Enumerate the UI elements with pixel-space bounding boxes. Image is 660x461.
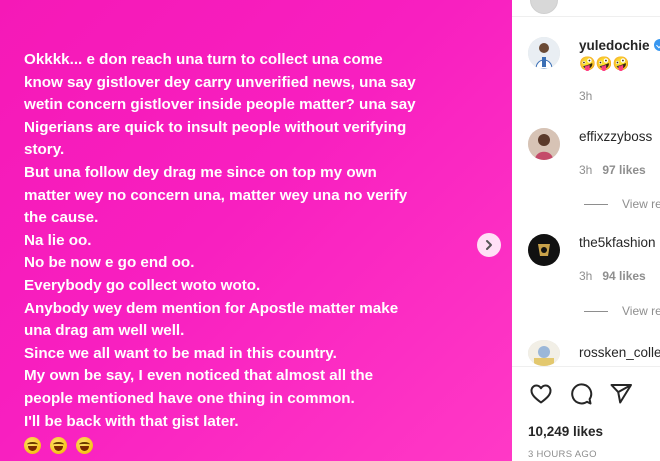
view-replies-label[interactable]: View re bbox=[622, 304, 660, 318]
post-line: matter wey no concern una, matter wey un… bbox=[24, 186, 408, 204]
post-caption-image-text: Okkkk... e don reach una turn to collect… bbox=[24, 49, 494, 457]
comment-username[interactable]: effixzzyboss bbox=[579, 129, 652, 144]
post-line: Nigerians are quick to insult people wit… bbox=[24, 118, 407, 136]
comment-time: 3h bbox=[579, 269, 593, 283]
zany-face-emoji-icon bbox=[50, 436, 68, 454]
comment-text: 🤪🤪🤪 bbox=[579, 56, 630, 71]
view-replies-label[interactable]: View re bbox=[622, 197, 660, 211]
post-line: Okkkk... e don reach una turn to collect… bbox=[24, 51, 383, 68]
post-emoji-row bbox=[24, 434, 494, 457]
comment-username[interactable]: yuledochie bbox=[579, 38, 660, 53]
avatar[interactable] bbox=[528, 37, 560, 69]
comment-time: 3h bbox=[579, 89, 593, 103]
post-line: know say gistlover dey carry unverified … bbox=[24, 73, 416, 91]
post-line: people mentioned have one thing in commo… bbox=[24, 389, 355, 407]
view-replies-link[interactable]: View re bbox=[584, 304, 660, 318]
comment-meta: 3h 97 likes bbox=[579, 163, 646, 177]
post-line: the cause. bbox=[24, 209, 99, 227]
chevron-right-icon bbox=[486, 240, 492, 250]
post-line: My own be say, I even noticed that almos… bbox=[24, 367, 374, 385]
avatar[interactable] bbox=[528, 234, 560, 266]
avatar[interactable] bbox=[528, 128, 560, 160]
zany-face-emoji-icon bbox=[24, 436, 41, 454]
post-time-ago[interactable]: 3 HOURS AGO bbox=[528, 449, 597, 460]
profile-photo-icon bbox=[528, 234, 560, 266]
comment-username[interactable]: rossken_colle bbox=[579, 345, 660, 360]
divider bbox=[512, 366, 660, 367]
post-line: But una follow dey drag me since on top … bbox=[24, 163, 377, 181]
profile-photo-icon bbox=[528, 340, 560, 366]
post-image: Okkkk... e don reach una turn to collect… bbox=[0, 0, 512, 461]
post-line: story. bbox=[24, 141, 65, 159]
post-line: I'll be back with that gist later. bbox=[24, 412, 239, 430]
post-line: Since we all want to be mad in this coun… bbox=[24, 344, 337, 362]
next-slide-button[interactable] bbox=[477, 233, 501, 257]
post-line: Everybody go collect woto woto. bbox=[24, 276, 261, 294]
comment-username[interactable]: the5kfashion bbox=[579, 235, 656, 250]
post-line: No be now e go end oo. bbox=[24, 254, 195, 272]
comment-likes[interactable]: 94 likes bbox=[602, 269, 645, 283]
comment-icon[interactable] bbox=[569, 382, 593, 406]
post-line: wetin concern gistlover inside people ma… bbox=[24, 96, 416, 114]
comment-time: 3h bbox=[579, 163, 593, 177]
zany-face-emoji-icon bbox=[76, 436, 94, 454]
comment-meta: 3h 94 likes bbox=[579, 269, 646, 283]
post-line: Anybody wey dem mention for Apostle matt… bbox=[24, 299, 399, 317]
divider bbox=[584, 204, 608, 206]
comments-panel: yuledochie 🤪🤪🤪 3h effixzzyboss 3h 97 like… bbox=[512, 0, 660, 461]
verified-badge-icon bbox=[653, 39, 660, 51]
heart-icon[interactable] bbox=[529, 382, 553, 406]
post-line: una drag am well well. bbox=[24, 322, 185, 340]
comment-likes[interactable]: 97 likes bbox=[602, 163, 645, 177]
share-icon[interactable] bbox=[609, 382, 633, 406]
avatar[interactable] bbox=[530, 0, 558, 14]
divider bbox=[584, 311, 608, 313]
view-replies-link[interactable]: View re bbox=[584, 197, 660, 211]
divider bbox=[512, 16, 660, 17]
profile-photo-icon bbox=[528, 128, 560, 160]
post-line: Na lie oo. bbox=[24, 231, 92, 249]
profile-photo-icon bbox=[528, 37, 560, 69]
username-text[interactable]: yuledochie bbox=[579, 38, 650, 53]
avatar[interactable] bbox=[528, 340, 560, 366]
likes-count[interactable]: 10,249 likes bbox=[528, 424, 603, 439]
